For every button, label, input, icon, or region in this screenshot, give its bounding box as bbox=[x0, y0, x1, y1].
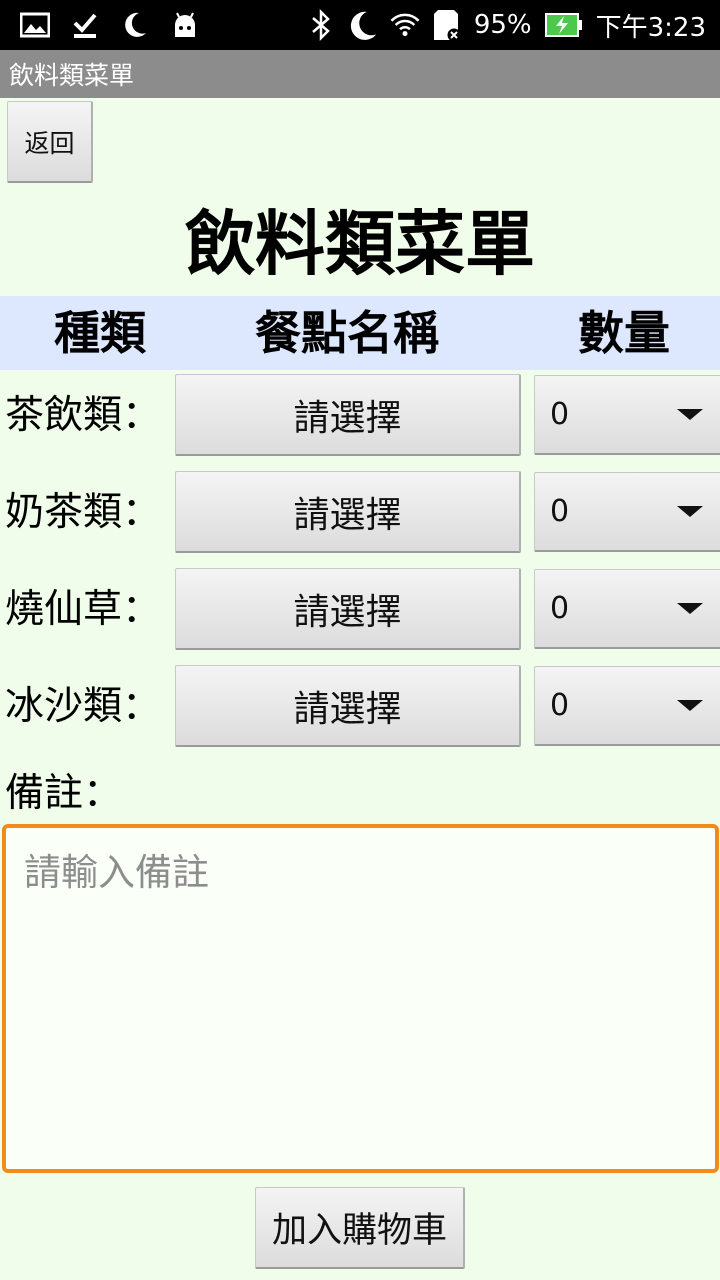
header-item-name: 餐點名稱 bbox=[255, 306, 439, 360]
qty-spinner-tea[interactable]: 0 bbox=[534, 375, 720, 455]
qty-spinner-slush[interactable]: 0 bbox=[534, 666, 720, 746]
dropdown-caret-icon bbox=[677, 700, 703, 711]
app-bar-title: 飲料類菜單 bbox=[0, 50, 720, 98]
sd-card-icon bbox=[432, 10, 462, 42]
download-done-icon bbox=[70, 10, 100, 40]
row-label-tea: 茶飲類： bbox=[5, 393, 162, 438]
note-placeholder: 請輸入備註 bbox=[24, 851, 209, 894]
select-tea-button[interactable]: 請選擇 bbox=[175, 374, 521, 456]
qty-value: 0 bbox=[550, 397, 570, 432]
table-header: 種類 餐點名稱 數量 bbox=[0, 296, 720, 370]
status-bar: 95% 下午3:23 bbox=[0, 0, 720, 50]
row-label-slush: 冰沙類： bbox=[5, 684, 162, 729]
header-quantity: 數量 bbox=[578, 306, 670, 360]
dropdown-caret-icon bbox=[677, 506, 703, 517]
image-icon bbox=[20, 10, 50, 40]
select-milk-tea-button[interactable]: 請選擇 bbox=[175, 471, 521, 553]
dropdown-caret-icon bbox=[677, 603, 703, 614]
battery-percent: 95% bbox=[473, 10, 532, 40]
row-label-grass-jelly: 燒仙草： bbox=[5, 587, 162, 632]
qty-value: 0 bbox=[550, 688, 570, 723]
dropdown-caret-icon bbox=[677, 409, 703, 420]
back-button[interactable]: 返回 bbox=[7, 101, 93, 183]
row-label-milk-tea: 奶茶類： bbox=[5, 490, 162, 535]
select-grass-jelly-button[interactable]: 請選擇 bbox=[175, 568, 521, 650]
qty-spinner-milk-tea[interactable]: 0 bbox=[534, 472, 720, 552]
qty-value: 0 bbox=[550, 494, 570, 529]
select-slush-button[interactable]: 請選擇 bbox=[175, 665, 521, 747]
moon-icon bbox=[120, 10, 150, 40]
bluetooth-icon bbox=[306, 9, 336, 41]
wifi-icon bbox=[390, 10, 420, 40]
page-title: 飲料類菜單 bbox=[185, 203, 535, 285]
dnd-moon-icon bbox=[348, 10, 378, 40]
add-to-cart-button[interactable]: 加入購物車 bbox=[255, 1187, 465, 1269]
android-icon bbox=[170, 10, 200, 40]
clock: 下午3:23 bbox=[595, 12, 706, 43]
qty-value: 0 bbox=[550, 591, 570, 626]
battery-charging-icon bbox=[544, 10, 584, 40]
note-label: 備註： bbox=[5, 771, 123, 816]
note-input[interactable]: 請輸入備註 bbox=[2, 824, 719, 1173]
qty-spinner-grass-jelly[interactable]: 0 bbox=[534, 569, 720, 649]
header-type: 種類 bbox=[54, 306, 146, 360]
